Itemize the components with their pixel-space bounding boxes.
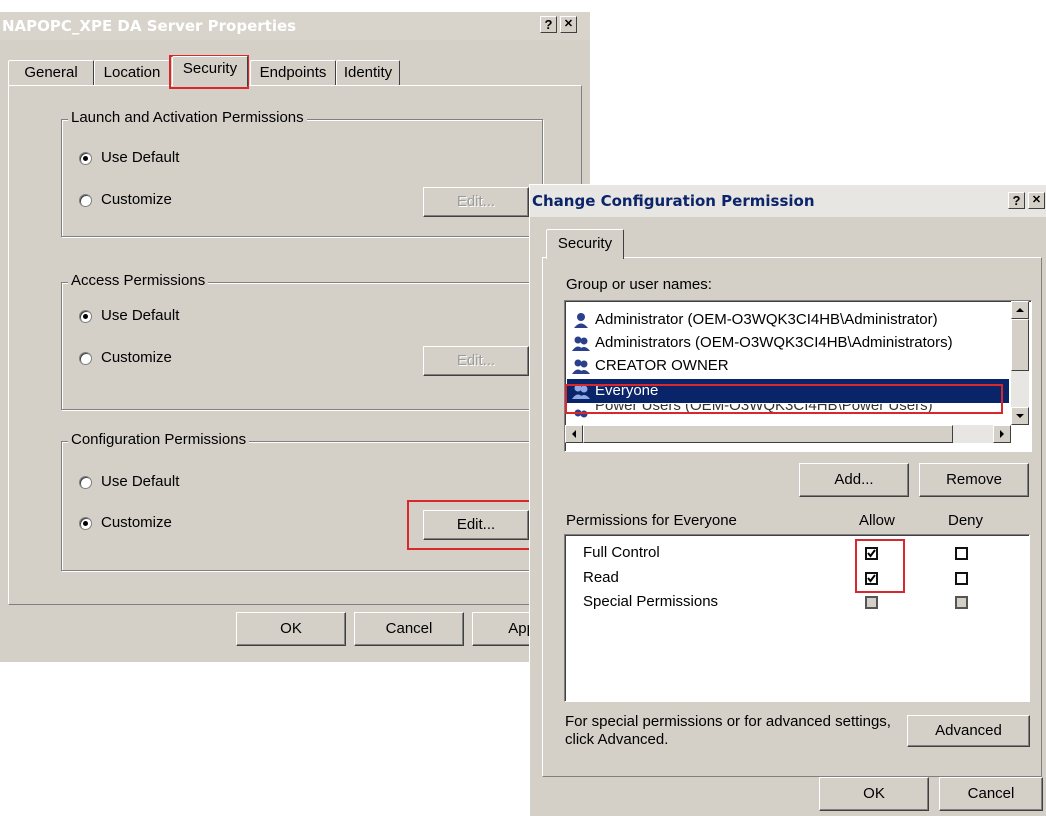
properties-close-button[interactable]: ✕ (560, 16, 577, 33)
launch-customize-radio[interactable] (79, 194, 92, 207)
tab-identity[interactable]: Identity (336, 60, 400, 86)
permission-close-button[interactable]: ✕ (1028, 192, 1045, 209)
arrow-right-icon (1000, 430, 1004, 438)
launch-activation-group (61, 119, 543, 237)
properties-title-bar[interactable]: NAPOPC_XPE DA Server Properties (0, 12, 590, 40)
user-list[interactable]: Administrator (OEM-O3WQK3CI4HB\Administr… (564, 300, 1032, 452)
permission-help-button[interactable]: ? (1008, 192, 1025, 209)
tab-location[interactable]: Location (94, 60, 170, 86)
permission-title: Change Configuration Permission (532, 192, 815, 210)
configuration-permissions-label: Configuration Permissions (68, 431, 250, 448)
special-deny-checkbox[interactable] (955, 596, 968, 609)
permissions-list: Full Control Read Special Permissions (564, 534, 1030, 702)
list-item-selected[interactable]: Everyone (567, 379, 1009, 403)
list-item[interactable]: Administrators (OEM-O3WQK3CI4HB\Administ… (567, 331, 1029, 355)
scroll-thumb-horizontal[interactable] (583, 425, 953, 443)
access-permissions-label: Access Permissions (68, 272, 209, 289)
tab-general[interactable]: General (8, 60, 94, 86)
tab-security[interactable]: Security (172, 56, 248, 86)
deny-column-header: Deny (948, 512, 984, 529)
allow-column-header: Allow (859, 512, 895, 529)
advanced-button[interactable]: Advanced (907, 715, 1030, 747)
checkmark-icon (867, 549, 876, 558)
access-use-default-radio[interactable] (79, 310, 92, 323)
launch-edit-button[interactable]: Edit... (423, 187, 529, 217)
permission-title-bar[interactable]: Change Configuration Permission (530, 185, 1046, 217)
full-control-deny-checkbox[interactable] (955, 547, 968, 560)
list-item[interactable]: Administrator (OEM-O3WQK3CI4HB\Administr… (567, 308, 1029, 332)
special-allow-checkbox[interactable] (865, 596, 878, 609)
access-customize-label[interactable]: Customize (101, 349, 172, 366)
access-edit-button[interactable]: Edit... (423, 346, 529, 376)
user-group-icon (574, 409, 588, 418)
user-group-icon (572, 336, 590, 351)
user-group-icon (572, 359, 590, 374)
add-user-button[interactable]: Add... (799, 463, 909, 497)
arrow-up-icon (1016, 308, 1024, 312)
config-use-default-radio[interactable] (79, 476, 92, 489)
access-use-default-label[interactable]: Use Default (101, 307, 179, 324)
scroll-left-button[interactable] (565, 425, 583, 443)
permission-ok-button[interactable]: OK (819, 777, 929, 811)
full-control-allow-checkbox[interactable] (865, 547, 878, 560)
advanced-note: For special permissions or for advanced … (565, 713, 891, 748)
config-customize-radio[interactable] (79, 517, 92, 530)
tab-perm-security[interactable]: Security (546, 229, 624, 259)
config-customize-label[interactable]: Customize (101, 514, 172, 531)
checkmark-icon (867, 574, 876, 583)
access-customize-radio[interactable] (79, 352, 92, 365)
launch-use-default-label[interactable]: Use Default (101, 149, 179, 166)
properties-dialog: NAPOPC_XPE DA Server Properties ? ✕ Gene… (0, 12, 590, 662)
scroll-thumb[interactable] (1011, 319, 1029, 371)
launch-activation-label: Launch and Activation Permissions (68, 109, 307, 126)
properties-help-button[interactable]: ? (540, 16, 557, 33)
scroll-up-button[interactable] (1011, 301, 1029, 319)
permissions-for-label: Permissions for Everyone (566, 512, 737, 529)
config-use-default-label[interactable]: Use Default (101, 473, 179, 490)
permission-name: Full Control (583, 544, 660, 561)
launch-customize-label[interactable]: Customize (101, 191, 172, 208)
scroll-down-button[interactable] (1011, 407, 1029, 425)
user-group-icon (572, 384, 590, 399)
arrow-left-icon (572, 430, 576, 438)
permission-dialog: Change Configuration Permission ? ✕ Secu… (529, 184, 1046, 816)
scroll-right-button[interactable] (993, 425, 1011, 443)
permission-cancel-button[interactable]: Cancel (939, 777, 1043, 811)
launch-use-default-radio[interactable] (79, 152, 92, 165)
group-user-names-label: Group or user names: (566, 276, 712, 293)
user-list-vscroll[interactable] (1011, 301, 1029, 425)
properties-title: NAPOPC_XPE DA Server Properties (2, 17, 297, 35)
config-edit-button[interactable]: Edit... (423, 510, 529, 540)
list-item[interactable]: CREATOR OWNER (567, 354, 1029, 378)
arrow-down-icon (1016, 414, 1024, 418)
read-allow-checkbox[interactable] (865, 572, 878, 585)
tab-endpoints[interactable]: Endpoints (250, 60, 336, 86)
read-deny-checkbox[interactable] (955, 572, 968, 585)
single-user-icon (574, 313, 588, 328)
properties-ok-button[interactable]: OK (236, 612, 346, 646)
remove-user-button[interactable]: Remove (919, 463, 1029, 497)
configuration-permissions-group (61, 441, 543, 571)
properties-cancel-button[interactable]: Cancel (354, 612, 464, 646)
permission-name: Special Permissions (583, 593, 719, 610)
user-list-hscroll[interactable] (565, 425, 1011, 443)
permission-name: Read (583, 569, 619, 586)
list-item[interactable]: Power Users (OEM-O3WQK3CI4HB\Power Users… (567, 404, 1029, 418)
